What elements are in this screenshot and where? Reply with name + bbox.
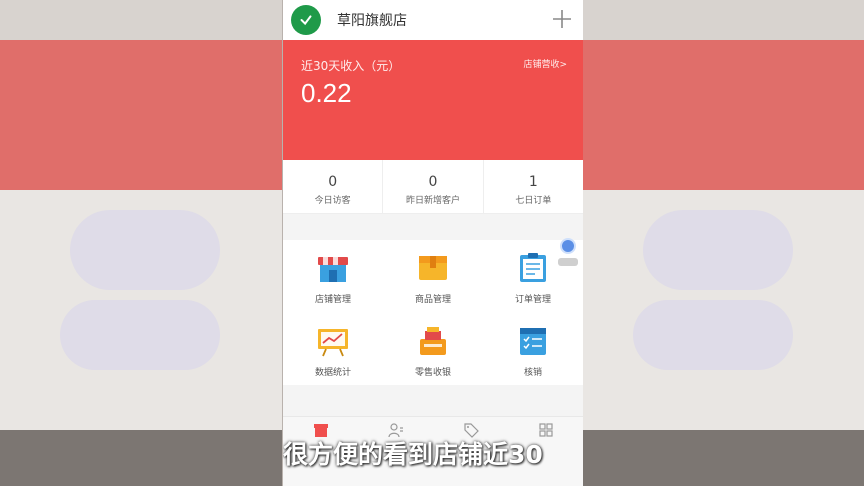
chart-board-icon — [318, 328, 348, 356]
menu-label: 商品管理 — [414, 295, 451, 305]
menu-store-management[interactable]: 店铺管理 — [283, 240, 383, 312]
storefront-icon — [318, 257, 348, 282]
income-value: 0.22 — [301, 78, 352, 108]
stat-value: 0 — [328, 174, 338, 190]
menu-label: 核销 — [523, 367, 542, 378]
plus-icon — [553, 10, 571, 28]
store-avatar[interactable] — [291, 5, 321, 35]
stat-value: 0 — [428, 174, 438, 190]
menu-label: 订单管理 — [514, 295, 551, 305]
menu-label: 零售收银 — [414, 367, 451, 378]
video-subtitle: 很方便的看到店铺近30 — [283, 440, 543, 469]
menu-label: 店铺管理 — [314, 295, 351, 305]
floating-assistive-ball[interactable] — [560, 238, 576, 254]
store-income-link[interactable]: 店铺营收> — [523, 57, 567, 70]
stat-seven-day-orders[interactable]: 1 七日订单 — [484, 160, 583, 213]
menu-data-statistics[interactable]: 数据统计 — [283, 313, 383, 385]
menu-verification[interactable]: 核销 — [483, 313, 583, 385]
app-header: 草阳旗舰店 — [283, 0, 583, 40]
blurred-backdrop-right — [583, 0, 864, 486]
stats-row: 0 今日访客 0 昨日新增客户 1 七日订单 — [283, 160, 583, 214]
stat-value: 1 — [528, 174, 538, 190]
stat-new-customers[interactable]: 0 昨日新增客户 — [383, 160, 484, 213]
stat-label: 今日访客 — [314, 196, 351, 206]
add-button[interactable] — [551, 8, 573, 30]
order-clipboard-icon — [520, 253, 546, 282]
checklist-icon — [520, 327, 546, 355]
product-box-icon — [419, 256, 447, 280]
menu-label: 数据统计 — [314, 367, 351, 378]
leaf-check-icon — [300, 15, 312, 26]
store-name: 草阳旗舰店 — [337, 13, 407, 29]
menu-product-management[interactable]: 商品管理 — [383, 240, 483, 312]
floating-ball-base — [558, 258, 578, 266]
income-banner: 近30天收入（元） 0.22 店铺营收> — [283, 40, 583, 160]
function-grid: 店铺管理 商品管理 订单管理 数据统计 零售收银 核销 — [283, 240, 583, 385]
phone-screen: 草阳旗舰店 近30天收入（元） 0.22 店铺营收> 0 今日访客 0 昨日新增… — [283, 0, 583, 486]
blurred-backdrop-left — [0, 0, 282, 486]
cash-register-icon — [420, 326, 446, 355]
stat-label: 七日订单 — [515, 196, 552, 206]
income-label: 近30天收入（元） — [301, 59, 401, 73]
stat-today-visitors[interactable]: 0 今日访客 — [283, 160, 384, 213]
menu-retail-cashier[interactable]: 零售收银 — [383, 313, 483, 385]
stat-label: 昨日新增客户 — [405, 196, 460, 206]
